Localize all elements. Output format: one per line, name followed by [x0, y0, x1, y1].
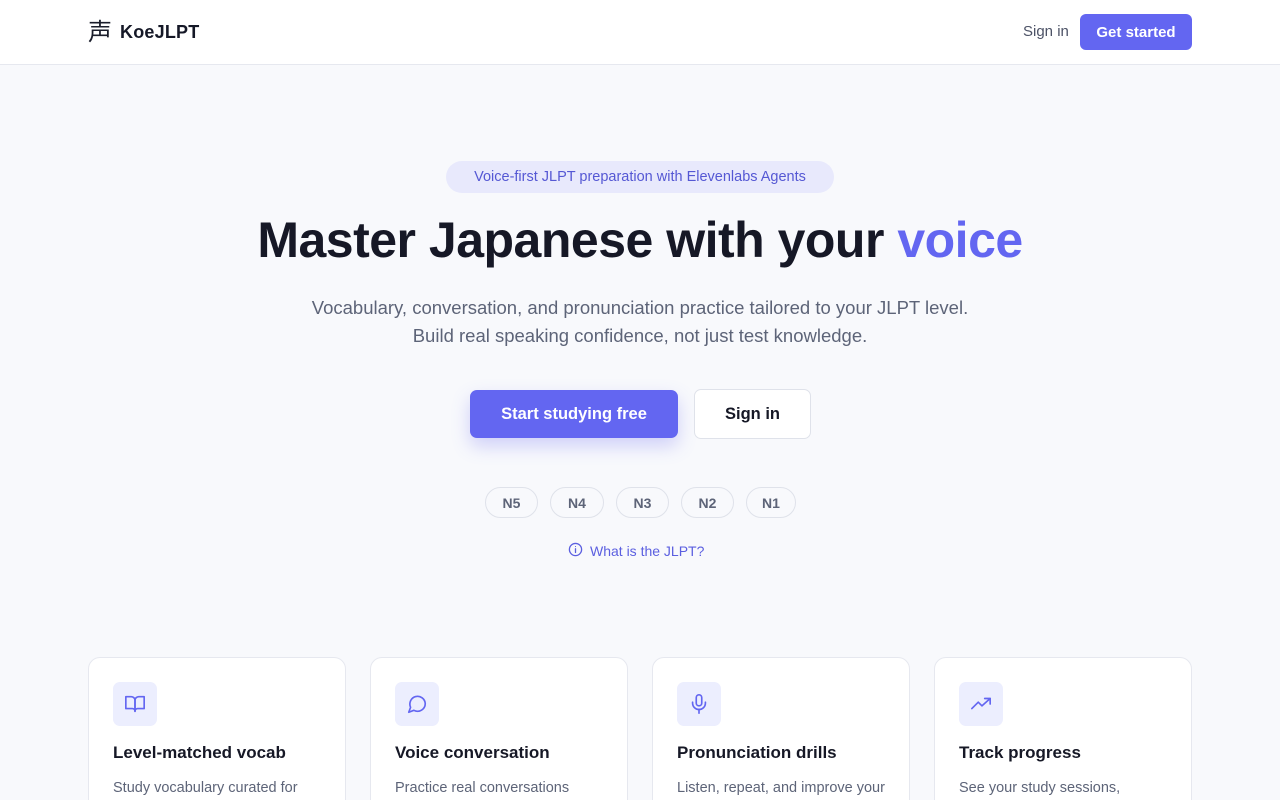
hero-subtitle-line1: Vocabulary, conversation, and pronunciat…	[311, 297, 969, 318]
feature-title: Level-matched vocab	[113, 743, 286, 762]
feature-card-vocab: Level-matched vocab Study vocabulary cur…	[88, 657, 346, 800]
brand-logo[interactable]: 声 KoeJLPT	[88, 17, 199, 47]
level-chip-n1[interactable]: N1	[746, 487, 796, 518]
microphone-icon	[677, 682, 721, 726]
feature-card-progress: Track progress See your study sessions,	[934, 657, 1192, 800]
level-chip-n2[interactable]: N2	[681, 487, 734, 518]
trending-up-icon	[959, 682, 1003, 726]
brand-name: KoeJLPT	[120, 21, 200, 42]
nav-get-started-button[interactable]: Get started	[1080, 14, 1192, 50]
feature-description: Practice real conversations	[395, 780, 570, 796]
feature-title: Pronunciation drills	[677, 743, 837, 762]
top-nav: 声 KoeJLPT Sign in Get started	[0, 0, 1280, 65]
feature-title: Track progress	[959, 743, 1081, 762]
hero-title-main: Master Japanese with your	[257, 212, 898, 268]
level-chip-n5[interactable]: N5	[485, 487, 538, 518]
feature-description: See your study sessions,	[959, 780, 1121, 796]
message-circle-icon	[395, 682, 439, 726]
jlpt-level-chips: N5 N4 N3 N2 N1	[0, 487, 1280, 518]
feature-card-conversation: Voice conversation Practice real convers…	[370, 657, 628, 800]
brand-kanji-icon: 声	[88, 18, 112, 46]
nav-sign-in-link[interactable]: Sign in	[1014, 20, 1078, 44]
level-chip-n3[interactable]: N3	[616, 487, 669, 518]
what-is-jlpt-label: What is the JLPT?	[590, 543, 705, 559]
hero-title: Master Japanese with your voice	[0, 208, 1280, 272]
hero-sign-in-button[interactable]: Sign in	[694, 389, 811, 439]
feature-description: Study vocabulary curated for	[113, 780, 298, 796]
hero-title-accent: voice	[897, 212, 1023, 268]
feature-card-pronunciation: Pronunciation drills Listen, repeat, and…	[652, 657, 910, 800]
info-icon	[568, 542, 583, 560]
tagline-pill: Voice-first JLPT preparation with Eleven…	[446, 161, 834, 193]
feature-title: Voice conversation	[395, 743, 550, 762]
hero-subtitle: Vocabulary, conversation, and pronunciat…	[0, 294, 1280, 350]
feature-description: Listen, repeat, and improve your	[677, 780, 885, 796]
what-is-jlpt-link[interactable]: What is the JLPT?	[568, 541, 704, 561]
level-chip-n4[interactable]: N4	[550, 487, 604, 518]
book-open-icon	[113, 682, 157, 726]
hero-subtitle-line2: Build real speaking confidence, not just…	[412, 325, 868, 346]
start-studying-button[interactable]: Start studying free	[470, 390, 678, 438]
